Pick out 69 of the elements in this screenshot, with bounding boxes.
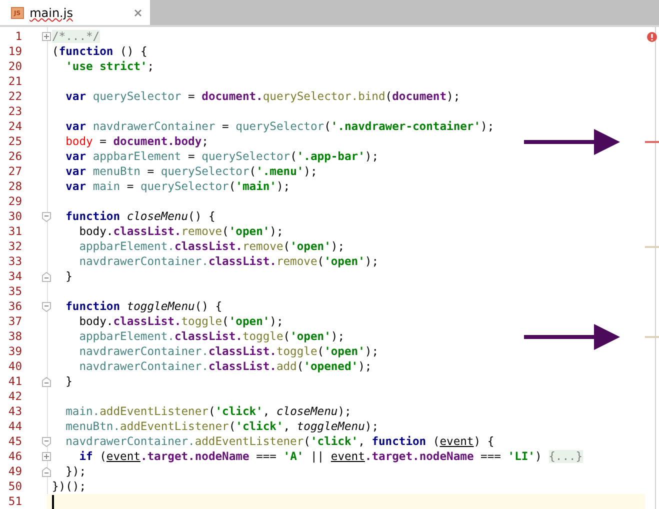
- code-line: navdrawerContainer.classList.add('opened');: [78, 359, 372, 374]
- line-number: 44: [7, 419, 22, 434]
- fold-end-icon[interactable]: [42, 466, 51, 476]
- code-line: menuBtn.addEventListener('click', toggleMenu);: [64, 419, 378, 434]
- line-number: 50: [7, 479, 22, 494]
- line-number: 31: [7, 224, 22, 239]
- code-line: appbarElement.classList.toggle('open');: [78, 329, 344, 344]
- code-line: });: [64, 464, 86, 479]
- code-line: navdrawerContainer.addEventListener('click', function (event) {: [64, 434, 494, 449]
- line-number: 22: [7, 89, 22, 104]
- line-number: 39: [7, 344, 22, 359]
- line-number: 51: [7, 494, 22, 509]
- line-number: 37: [7, 314, 22, 329]
- code-line: }: [64, 269, 72, 284]
- line-number: 38: [7, 329, 22, 344]
- line-number: 1: [14, 29, 22, 44]
- code-line: function toggleMenu() {: [64, 299, 222, 314]
- line-number: 23: [7, 104, 22, 119]
- line-number: 27: [7, 164, 22, 179]
- code-line: var navdrawerContainer = querySelector('.navdrawer-container');: [64, 119, 494, 134]
- line-number: 41: [7, 374, 22, 389]
- line-number: 26: [7, 149, 22, 164]
- code-line: function closeMenu() {: [64, 209, 216, 224]
- code-line: body.classList.toggle('open');: [78, 314, 284, 329]
- line-number: 42: [7, 389, 22, 404]
- tab-label: main.js: [30, 6, 74, 20]
- close-icon[interactable]: [134, 8, 142, 16]
- code-line: (function () {: [52, 44, 148, 59]
- fold-end-icon[interactable]: [42, 376, 51, 386]
- code-line: body.classList.remove('open');: [78, 224, 284, 239]
- expand-fold-icon[interactable]: [42, 452, 51, 461]
- code-line: if (event.target.nodeName === 'A' || event.target.nodeName === 'LI') {...}: [78, 449, 583, 464]
- line-number: 25: [7, 134, 22, 149]
- error-stripe-mark[interactable]: [645, 140, 659, 142]
- line-number: 46: [7, 449, 22, 464]
- text-caret: [52, 494, 54, 508]
- code-line: var appbarElement = querySelector('.app-bar');: [64, 149, 378, 164]
- code-line: navdrawerContainer.classList.toggle('open');: [78, 344, 378, 359]
- collapse-fold-icon[interactable]: [42, 212, 51, 222]
- collapse-fold-icon[interactable]: [42, 436, 51, 446]
- line-number: 29: [7, 194, 22, 209]
- line-number: 32: [7, 239, 22, 254]
- code-line: })();: [52, 479, 86, 494]
- line-number: 21: [7, 74, 22, 89]
- line-number: 30: [7, 209, 22, 224]
- code-line: navdrawerContainer.classList.remove('open');: [78, 254, 378, 269]
- code-line: body = document.body;: [64, 134, 208, 149]
- line-number: 24: [7, 119, 22, 134]
- line-number: 45: [7, 434, 22, 449]
- line-number: 43: [7, 404, 22, 419]
- line-number: 40: [7, 359, 22, 374]
- line-number: 49: [7, 464, 22, 479]
- code-line: main.addEventListener('click', closeMenu);: [64, 404, 352, 419]
- code-line: var menuBtn = querySelector('.menu');: [64, 164, 318, 179]
- fold-end-icon[interactable]: [42, 272, 51, 282]
- collapse-fold-icon[interactable]: [42, 302, 51, 312]
- line-number: 28: [7, 179, 22, 194]
- line-number: 20: [7, 59, 22, 74]
- code-line: }: [64, 374, 72, 389]
- line-number: 19: [7, 44, 22, 59]
- code-line: var main = querySelector('main');: [64, 179, 290, 194]
- line-number: 36: [7, 299, 22, 314]
- code-line: var querySelector = document.querySelector.bind(document);: [64, 89, 460, 104]
- line-number: 33: [7, 254, 22, 269]
- line-number: 35: [7, 284, 22, 299]
- line-number: 34: [7, 269, 22, 284]
- expand-fold-icon[interactable]: [42, 32, 51, 41]
- code-line: appbarElement.classList.remove('open');: [78, 239, 344, 254]
- code-line: 'use strict';: [64, 59, 154, 74]
